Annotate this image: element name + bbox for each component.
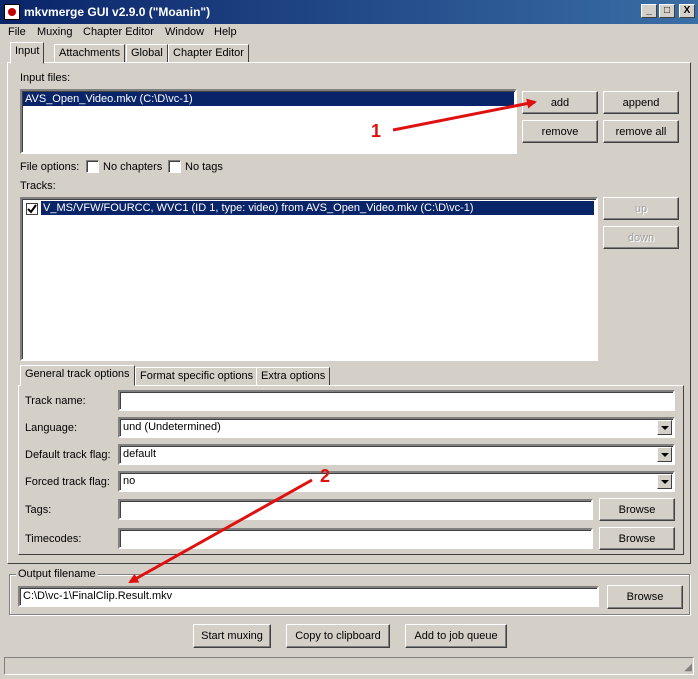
- forced-flag-value: no: [123, 475, 136, 487]
- tab-input[interactable]: Input: [10, 42, 45, 64]
- minimize-button[interactable]: _: [641, 4, 657, 18]
- status-bar: [4, 657, 694, 675]
- annotation-number-1: 1: [371, 121, 382, 141]
- tab-global[interactable]: Global: [126, 44, 168, 63]
- tab-chapter-editor[interactable]: Chapter Editor: [168, 44, 249, 63]
- timecodes-browse-button[interactable]: Browse: [599, 527, 675, 550]
- tab-general-track-options[interactable]: General track options: [20, 365, 135, 386]
- default-flag-select[interactable]: default: [118, 444, 675, 465]
- window-title: mkvmerge GUI v2.9.0 ("Moanin"): [24, 5, 211, 19]
- menu-chapter-editor[interactable]: Chapter Editor: [83, 26, 154, 38]
- remove-button[interactable]: remove: [522, 120, 598, 143]
- menu-file[interactable]: File: [8, 26, 26, 38]
- close-button[interactable]: X: [679, 4, 695, 18]
- menu-bar: File Muxing Chapter Editor Window Help: [0, 24, 698, 42]
- add-to-job-queue-button[interactable]: Add to job queue: [405, 624, 507, 648]
- no-tags-checkbox[interactable]: [168, 160, 181, 173]
- tab-extra-options[interactable]: Extra options: [256, 367, 331, 386]
- resize-grip-icon[interactable]: ◢: [684, 662, 692, 673]
- track-name-label: Track name:: [25, 395, 86, 407]
- track-name-input[interactable]: [118, 390, 675, 411]
- forced-flag-select[interactable]: no: [118, 471, 675, 492]
- language-value: und (Undetermined): [123, 421, 221, 433]
- chevron-down-icon[interactable]: [657, 474, 672, 489]
- no-chapters-label: No chapters: [103, 161, 163, 173]
- language-label: Language:: [25, 422, 77, 434]
- menu-muxing[interactable]: Muxing: [37, 26, 72, 38]
- no-tags-label: No tags: [185, 161, 223, 173]
- timecodes-input[interactable]: [118, 528, 593, 549]
- append-button[interactable]: append: [603, 91, 679, 114]
- default-flag-value: default: [123, 448, 157, 460]
- output-browse-button[interactable]: Browse: [607, 585, 683, 609]
- up-button[interactable]: up: [603, 197, 679, 220]
- title-bar: mkvmerge GUI v2.9.0 ("Moanin") _ □ X: [0, 0, 698, 24]
- tab-format-specific-options[interactable]: Format specific options: [135, 367, 259, 386]
- remove-all-button[interactable]: remove all: [603, 120, 679, 143]
- input-files-label: Input files:: [20, 72, 71, 84]
- language-select[interactable]: und (Undetermined): [118, 417, 675, 438]
- check-icon: [27, 204, 37, 214]
- app-icon: [4, 4, 20, 20]
- tags-input[interactable]: [118, 499, 593, 520]
- track-checkbox[interactable]: [26, 203, 38, 215]
- menu-window[interactable]: Window: [165, 26, 204, 38]
- default-flag-label: Default track flag:: [25, 449, 111, 461]
- tags-label: Tags:: [25, 504, 52, 516]
- chevron-down-icon[interactable]: [657, 420, 672, 435]
- no-chapters-checkbox[interactable]: [86, 160, 99, 173]
- forced-flag-label: Forced track flag:: [25, 476, 110, 488]
- timecodes-label: Timecodes:: [25, 533, 82, 545]
- start-muxing-button[interactable]: Start muxing: [193, 624, 271, 648]
- tab-attachments[interactable]: Attachments: [54, 44, 126, 63]
- input-file-row[interactable]: AVS_Open_Video.mkv (C:\D\vc-1): [23, 92, 514, 106]
- chevron-down-icon[interactable]: [657, 447, 672, 462]
- annotation-number-2: 2: [320, 466, 331, 486]
- output-filename-label: Output filename: [16, 568, 98, 580]
- copy-to-clipboard-button[interactable]: Copy to clipboard: [286, 624, 390, 648]
- menu-help[interactable]: Help: [214, 26, 237, 38]
- tracks-list[interactable]: V_MS/VFW/FOURCC, WVC1 (ID 1, type: video…: [20, 197, 598, 361]
- tags-browse-button[interactable]: Browse: [599, 498, 675, 521]
- tracks-label: Tracks:: [20, 180, 56, 192]
- output-filename-input[interactable]: C:\D\vc-1\FinalClip.Result.mkv: [18, 586, 599, 607]
- down-button[interactable]: down: [603, 226, 679, 249]
- track-row[interactable]: V_MS/VFW/FOURCC, WVC1 (ID 1, type: video…: [41, 201, 594, 215]
- file-options-label: File options:: [20, 161, 80, 173]
- maximize-button[interactable]: □: [659, 4, 675, 18]
- input-files-list[interactable]: AVS_Open_Video.mkv (C:\D\vc-1): [20, 89, 517, 154]
- add-button[interactable]: add: [522, 91, 598, 114]
